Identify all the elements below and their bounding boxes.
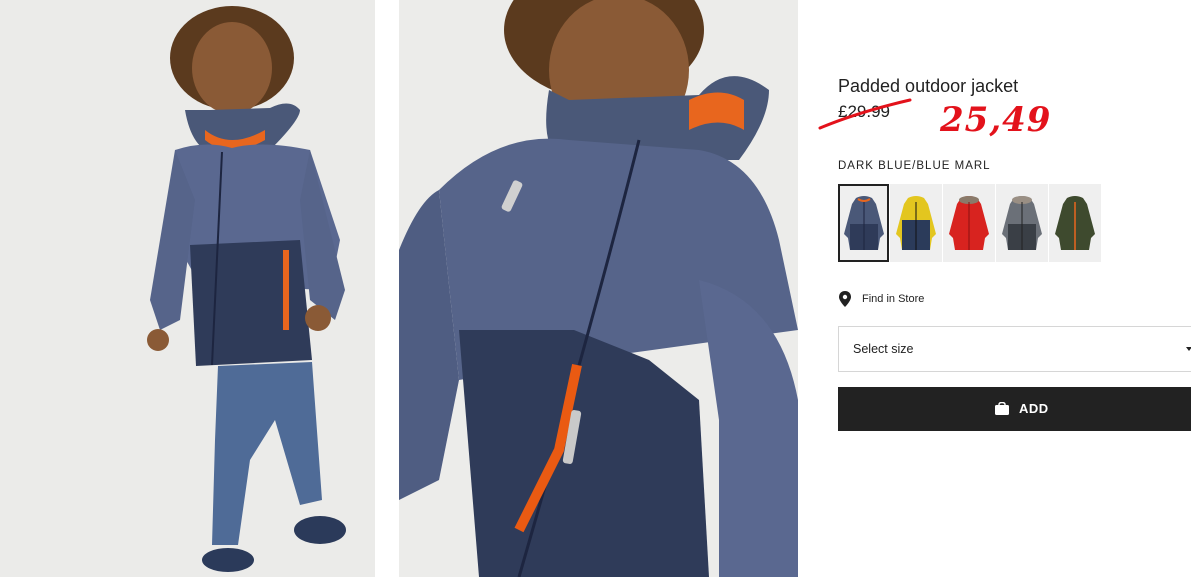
- swatch-dark-grey[interactable]: [996, 184, 1048, 262]
- swatch-dark-blue-yellow[interactable]: [890, 184, 942, 262]
- map-pin-icon: [839, 291, 851, 307]
- jacket-thumbnail-icon: [949, 196, 989, 250]
- find-in-store-label: Find in Store: [862, 293, 925, 305]
- product-photo-closeup[interactable]: [399, 0, 798, 577]
- add-button-label: ADD: [1019, 401, 1049, 416]
- selected-color-name: DARK BLUE/BLUE MARL: [838, 160, 991, 172]
- jacket-thumbnail-icon: [1055, 196, 1095, 250]
- chevron-down-icon: [1186, 347, 1191, 351]
- product-title: Padded outdoor jacket: [838, 76, 1019, 96]
- sale-price: 25,49: [940, 100, 1052, 140]
- swatch-red[interactable]: [943, 184, 995, 262]
- shopping-bag-icon: [995, 402, 1009, 415]
- size-select-placeholder: Select size: [853, 342, 914, 356]
- color-swatch-list: [838, 184, 1101, 262]
- jacket-thumbnail-icon: [843, 196, 884, 250]
- size-select[interactable]: Select size: [838, 326, 1191, 372]
- add-to-bag-button[interactable]: ADD: [838, 387, 1191, 431]
- child-closeup-photo: [399, 0, 798, 577]
- swatch-dark-blue-blue-marl[interactable]: [838, 184, 889, 262]
- product-photo-full[interactable]: [0, 0, 375, 577]
- jacket-thumbnail-icon: [1002, 196, 1042, 250]
- swatch-khaki-green[interactable]: [1049, 184, 1101, 262]
- find-in-store-link[interactable]: Find in Store: [838, 291, 924, 307]
- jacket-thumbnail-icon: [896, 196, 936, 250]
- child-full-body-photo: [0, 0, 375, 577]
- original-price: £29.99: [838, 102, 890, 121]
